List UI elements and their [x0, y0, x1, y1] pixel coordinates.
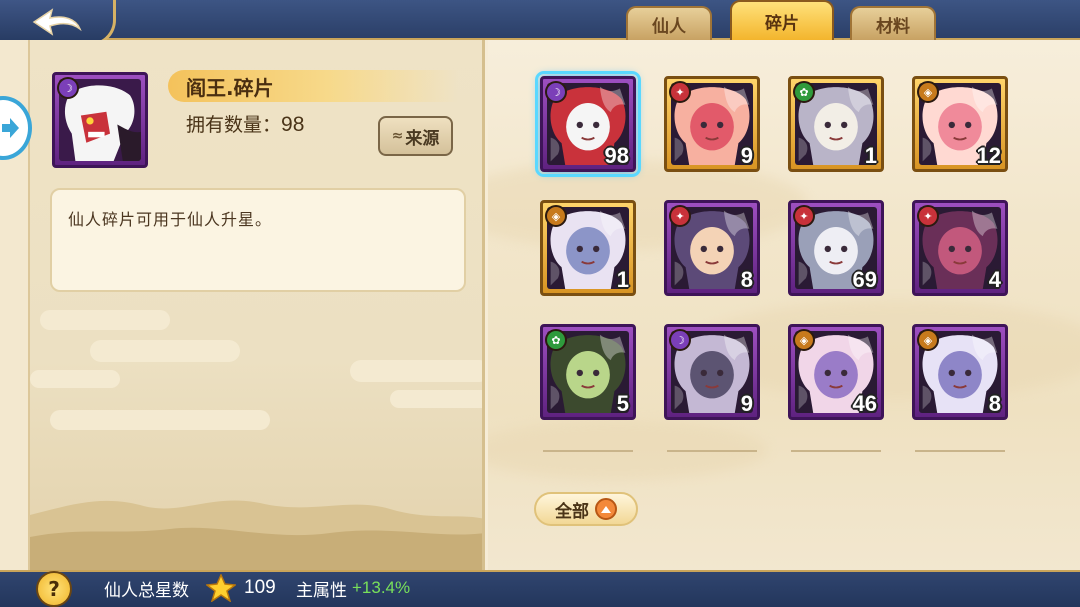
total-star-count: 109	[244, 577, 276, 598]
fragment-count: 12	[976, 143, 1001, 168]
owned-count: 98	[281, 113, 305, 136]
selected-fragment-icon: ☽	[52, 72, 148, 168]
cloud-decoration	[350, 360, 482, 382]
main-attribute-label: 主属性	[296, 580, 347, 601]
tab-immortals[interactable]: 仙人	[626, 6, 712, 40]
empty-slot-line	[543, 450, 633, 452]
fragment-count: 8	[740, 267, 753, 292]
star-icon	[206, 574, 236, 602]
cloud-decoration	[40, 310, 170, 330]
fire-element-icon: ✦	[669, 81, 691, 103]
fragment-count: 1	[864, 143, 877, 168]
fragment-count: 4	[988, 267, 1001, 292]
fragment-count: 1	[616, 267, 629, 292]
fragment-count: 9	[740, 391, 753, 416]
fragment-count: 46	[852, 391, 877, 416]
fragment-card[interactable]: ✦ 8	[664, 200, 760, 296]
gold-element-icon: ◈	[793, 329, 815, 351]
gold-element-icon: ◈	[545, 205, 567, 227]
owned-quantity: 拥有数量：98	[186, 110, 304, 137]
fragment-name: 阎王.碎片	[168, 70, 458, 102]
wood-element-icon: ✿	[793, 81, 815, 103]
filter-label: 全部	[555, 501, 589, 522]
main-attribute-value: +13.4%	[352, 578, 411, 597]
mountain-silhouette	[30, 500, 482, 570]
fragment-card[interactable]: ◈ 46	[788, 324, 884, 420]
chevron-up-icon	[595, 498, 617, 520]
fragment-card[interactable]: ◈ 12	[912, 76, 1008, 172]
owned-label: 拥有数量：	[186, 114, 282, 136]
source-button-label: 来源	[405, 128, 440, 149]
description-box: 仙人碎片可用于仙人升星。	[50, 188, 466, 292]
fragment-count: 8	[988, 391, 1001, 416]
empty-slot-line	[915, 450, 1005, 452]
fragment-count: 98	[604, 143, 629, 168]
fire-element-icon: ✦	[669, 205, 691, 227]
cloud-decoration	[30, 370, 120, 388]
fragment-card[interactable]: ✦ 9	[664, 76, 760, 172]
arrow-right-icon	[2, 118, 19, 138]
cloud-decoration	[390, 390, 482, 408]
tab-fragments[interactable]: 碎片	[730, 0, 834, 40]
fragment-card[interactable]: ✦ 4	[912, 200, 1008, 296]
source-button[interactable]: ≈ 来源	[378, 116, 453, 156]
fragment-grid: ☽ 98 ✦ 9 ✿ 1 ◈ 12 ◈ 1 ✦ 8 ✦ 69 ✦ 4 ✿ 5 ☽ 9 ◈ 46 ◈ 8	[535, 71, 1020, 428]
tab-materials[interactable]: 材料	[850, 6, 936, 40]
fragment-card[interactable]: ◈ 1	[540, 200, 636, 296]
description-text: 仙人碎片可用于仙人升星。	[68, 210, 273, 229]
dark-element-icon: ☽	[669, 329, 691, 351]
cloud-decoration	[50, 410, 270, 430]
total-star-label: 仙人总星数	[104, 580, 189, 601]
fragment-card[interactable]: ◈ 8	[912, 324, 1008, 420]
fragment-card[interactable]: ✿ 5	[540, 324, 636, 420]
fragment-count: 9	[740, 143, 753, 168]
gold-element-icon: ◈	[917, 81, 939, 103]
dark-element-icon: ☽	[545, 81, 567, 103]
fragment-card[interactable]: ☽ 9	[664, 324, 760, 420]
empty-slot-line	[667, 450, 757, 452]
back-arrow-icon	[32, 7, 82, 36]
filter-all-button[interactable]: 全部	[534, 492, 638, 526]
fire-element-icon: ✦	[917, 205, 939, 227]
cloud-decoration	[90, 340, 240, 362]
wood-element-icon: ✿	[545, 329, 567, 351]
empty-slot-line	[791, 450, 881, 452]
fragment-card[interactable]: ✦ 69	[788, 200, 884, 296]
fragment-count: 69	[852, 267, 877, 292]
dark-element-icon: ☽	[57, 77, 79, 99]
swirl-icon: ≈	[391, 128, 404, 144]
fragment-count: 5	[616, 391, 629, 416]
fragment-card[interactable]: ✿ 1	[788, 76, 884, 172]
gold-element-icon: ◈	[917, 329, 939, 351]
help-button[interactable]: ?	[36, 571, 72, 607]
fire-element-icon: ✦	[793, 205, 815, 227]
fragment-card[interactable]: ☽ 98	[535, 71, 641, 177]
